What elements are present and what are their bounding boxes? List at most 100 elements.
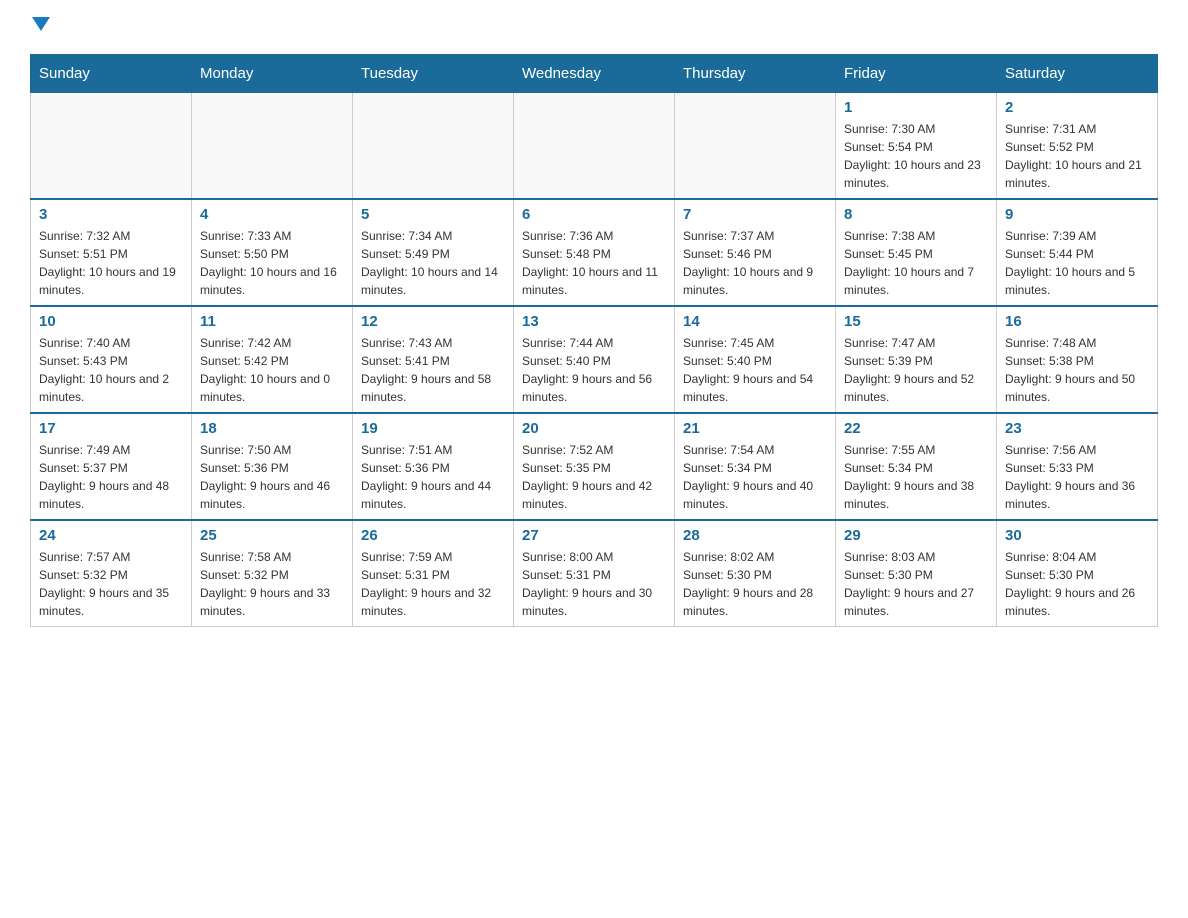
day-number: 5 xyxy=(361,206,505,223)
logo xyxy=(30,20,50,34)
day-number: 18 xyxy=(200,420,344,437)
calendar-day-cell xyxy=(675,93,836,200)
day-number: 6 xyxy=(522,206,666,223)
day-number: 22 xyxy=(844,420,988,437)
day-number: 1 xyxy=(844,99,988,116)
day-number: 28 xyxy=(683,527,827,544)
day-number: 30 xyxy=(1005,527,1149,544)
day-number: 11 xyxy=(200,313,344,330)
calendar-day-cell: 17 Sunrise: 7:49 AMSunset: 5:37 PMDayligh… xyxy=(31,413,192,520)
calendar-day-cell xyxy=(192,93,353,200)
day-sun-info: Sunrise: 7:37 AMSunset: 5:46 PMDaylight:… xyxy=(683,227,827,299)
day-sun-info: Sunrise: 7:58 AMSunset: 5:32 PMDaylight:… xyxy=(200,548,344,620)
day-sun-info: Sunrise: 8:04 AMSunset: 5:30 PMDaylight:… xyxy=(1005,548,1149,620)
calendar-day-cell: 13Sunrise: 7:44 AMSunset: 5:40 PMDayligh… xyxy=(514,306,675,413)
day-number: 27 xyxy=(522,527,666,544)
day-sun-info: Sunrise: 7:52 AMSunset: 5:35 PMDaylight:… xyxy=(522,441,666,513)
day-sun-info: Sunrise: 7:57 AMSunset: 5:32 PMDaylight:… xyxy=(39,548,183,620)
day-number: 2 xyxy=(1005,99,1149,116)
header-thursday: Thursday xyxy=(675,55,836,93)
calendar-day-cell: 30 Sunrise: 8:04 AMSunset: 5:30 PMDayligh… xyxy=(997,520,1158,627)
header-friday: Friday xyxy=(836,55,997,93)
calendar-day-cell: 5 Sunrise: 7:34 AMSunset: 5:49 PMDaylight… xyxy=(353,199,514,306)
day-number: 26 xyxy=(361,527,505,544)
day-number: 29 xyxy=(844,527,988,544)
calendar-day-cell: 19 Sunrise: 7:51 AMSunset: 5:36 PMDayligh… xyxy=(353,413,514,520)
day-number: 8 xyxy=(844,206,988,223)
calendar-day-cell xyxy=(353,93,514,200)
day-sun-info: Sunrise: 7:49 AMSunset: 5:37 PMDaylight:… xyxy=(39,441,183,513)
calendar-day-cell: 16Sunrise: 7:48 AMSunset: 5:38 PMDayligh… xyxy=(997,306,1158,413)
header-tuesday: Tuesday xyxy=(353,55,514,93)
calendar-day-cell: 20Sunrise: 7:52 AMSunset: 5:35 PMDayligh… xyxy=(514,413,675,520)
calendar-day-cell: 3 Sunrise: 7:32 AMSunset: 5:51 PMDaylight… xyxy=(31,199,192,306)
day-sun-info: Sunrise: 7:36 AMSunset: 5:48 PMDaylight:… xyxy=(522,227,666,299)
day-sun-info: Sunrise: 7:48 AMSunset: 5:38 PMDaylight:… xyxy=(1005,334,1149,406)
day-sun-info: Sunrise: 7:38 AMSunset: 5:45 PMDaylight:… xyxy=(844,227,988,299)
calendar-day-cell: 28 Sunrise: 8:02 AMSunset: 5:30 PMDayligh… xyxy=(675,520,836,627)
calendar-day-cell: 29Sunrise: 8:03 AMSunset: 5:30 PMDayligh… xyxy=(836,520,997,627)
day-number: 24 xyxy=(39,527,183,544)
calendar-day-cell: 23 Sunrise: 7:56 AMSunset: 5:33 PMDayligh… xyxy=(997,413,1158,520)
calendar-day-cell: 2Sunrise: 7:31 AMSunset: 5:52 PMDaylight… xyxy=(997,93,1158,200)
day-sun-info: Sunrise: 7:33 AMSunset: 5:50 PMDaylight:… xyxy=(200,227,344,299)
day-sun-info: Sunrise: 8:02 AMSunset: 5:30 PMDaylight:… xyxy=(683,548,827,620)
calendar-day-cell xyxy=(31,93,192,200)
calendar-day-cell: 24 Sunrise: 7:57 AMSunset: 5:32 PMDayligh… xyxy=(31,520,192,627)
calendar-week-row: 24 Sunrise: 7:57 AMSunset: 5:32 PMDayligh… xyxy=(31,520,1158,627)
calendar-day-cell: 12Sunrise: 7:43 AMSunset: 5:41 PMDayligh… xyxy=(353,306,514,413)
day-number: 15 xyxy=(844,313,988,330)
header-sunday: Sunday xyxy=(31,55,192,93)
calendar-day-cell: 26 Sunrise: 7:59 AMSunset: 5:31 PMDayligh… xyxy=(353,520,514,627)
calendar-day-cell: 10 Sunrise: 7:40 AMSunset: 5:43 PMDayligh… xyxy=(31,306,192,413)
calendar-table: Sunday Monday Tuesday Wednesday Thursday… xyxy=(30,54,1158,627)
day-sun-info: Sunrise: 7:44 AMSunset: 5:40 PMDaylight:… xyxy=(522,334,666,406)
calendar-day-cell: 9 Sunrise: 7:39 AMSunset: 5:44 PMDaylight… xyxy=(997,199,1158,306)
day-number: 23 xyxy=(1005,420,1149,437)
day-sun-info: Sunrise: 7:43 AMSunset: 5:41 PMDaylight:… xyxy=(361,334,505,406)
calendar-day-cell: 7Sunrise: 7:37 AMSunset: 5:46 PMDaylight… xyxy=(675,199,836,306)
day-sun-info: Sunrise: 7:40 AMSunset: 5:43 PMDaylight:… xyxy=(39,334,183,406)
day-sun-info: Sunrise: 7:42 AMSunset: 5:42 PMDaylight:… xyxy=(200,334,344,406)
calendar-day-cell: 6 Sunrise: 7:36 AMSunset: 5:48 PMDaylight… xyxy=(514,199,675,306)
header-wednesday: Wednesday xyxy=(514,55,675,93)
calendar-day-cell: 18 Sunrise: 7:50 AMSunset: 5:36 PMDayligh… xyxy=(192,413,353,520)
day-sun-info: Sunrise: 7:39 AMSunset: 5:44 PMDaylight:… xyxy=(1005,227,1149,299)
day-number: 9 xyxy=(1005,206,1149,223)
calendar-day-cell: 1 Sunrise: 7:30 AMSunset: 5:54 PMDaylight… xyxy=(836,93,997,200)
day-number: 19 xyxy=(361,420,505,437)
logo-triangle-icon xyxy=(32,17,50,31)
day-sun-info: Sunrise: 7:50 AMSunset: 5:36 PMDaylight:… xyxy=(200,441,344,513)
calendar-day-cell: 22 Sunrise: 7:55 AMSunset: 5:34 PMDayligh… xyxy=(836,413,997,520)
calendar-week-row: 3 Sunrise: 7:32 AMSunset: 5:51 PMDaylight… xyxy=(31,199,1158,306)
weekday-header-row: Sunday Monday Tuesday Wednesday Thursday… xyxy=(31,55,1158,93)
calendar-day-cell: 15 Sunrise: 7:47 AMSunset: 5:39 PMDayligh… xyxy=(836,306,997,413)
calendar-week-row: 1 Sunrise: 7:30 AMSunset: 5:54 PMDaylight… xyxy=(31,93,1158,200)
day-sun-info: Sunrise: 7:55 AMSunset: 5:34 PMDaylight:… xyxy=(844,441,988,513)
calendar-day-cell xyxy=(514,93,675,200)
day-sun-info: Sunrise: 7:59 AMSunset: 5:31 PMDaylight:… xyxy=(361,548,505,620)
calendar-day-cell: 14 Sunrise: 7:45 AMSunset: 5:40 PMDayligh… xyxy=(675,306,836,413)
calendar-day-cell: 8 Sunrise: 7:38 AMSunset: 5:45 PMDaylight… xyxy=(836,199,997,306)
day-sun-info: Sunrise: 7:51 AMSunset: 5:36 PMDaylight:… xyxy=(361,441,505,513)
day-sun-info: Sunrise: 7:45 AMSunset: 5:40 PMDaylight:… xyxy=(683,334,827,406)
day-sun-info: Sunrise: 7:30 AMSunset: 5:54 PMDaylight:… xyxy=(844,120,988,192)
day-sun-info: Sunrise: 7:54 AMSunset: 5:34 PMDaylight:… xyxy=(683,441,827,513)
day-sun-info: Sunrise: 8:00 AMSunset: 5:31 PMDaylight:… xyxy=(522,548,666,620)
day-number: 25 xyxy=(200,527,344,544)
day-number: 14 xyxy=(683,313,827,330)
calendar-week-row: 10 Sunrise: 7:40 AMSunset: 5:43 PMDayligh… xyxy=(31,306,1158,413)
day-sun-info: Sunrise: 7:56 AMSunset: 5:33 PMDaylight:… xyxy=(1005,441,1149,513)
header-monday: Monday xyxy=(192,55,353,93)
day-number: 10 xyxy=(39,313,183,330)
calendar-day-cell: 11 Sunrise: 7:42 AMSunset: 5:42 PMDayligh… xyxy=(192,306,353,413)
day-number: 21 xyxy=(683,420,827,437)
day-number: 17 xyxy=(39,420,183,437)
day-sun-info: Sunrise: 7:32 AMSunset: 5:51 PMDaylight:… xyxy=(39,227,183,299)
day-sun-info: Sunrise: 7:47 AMSunset: 5:39 PMDaylight:… xyxy=(844,334,988,406)
header xyxy=(30,20,1158,34)
calendar-day-cell: 25 Sunrise: 7:58 AMSunset: 5:32 PMDayligh… xyxy=(192,520,353,627)
day-sun-info: Sunrise: 7:34 AMSunset: 5:49 PMDaylight:… xyxy=(361,227,505,299)
day-number: 3 xyxy=(39,206,183,223)
day-number: 4 xyxy=(200,206,344,223)
